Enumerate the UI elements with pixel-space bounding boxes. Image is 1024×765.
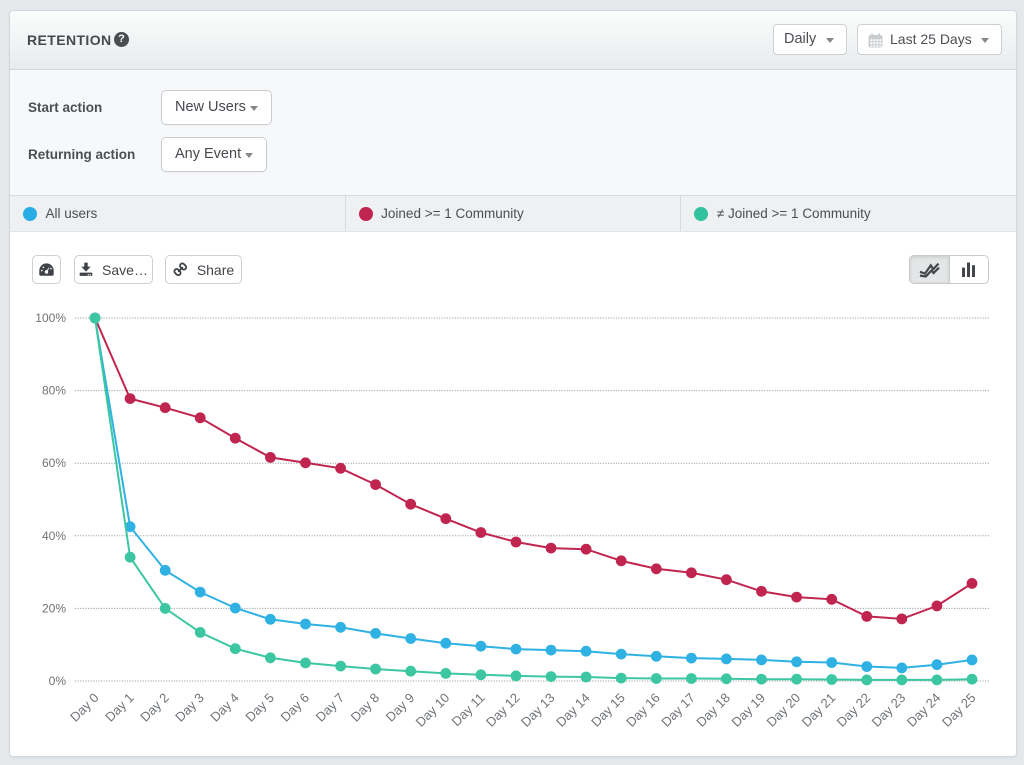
svg-text:Day 10: Day 10: [413, 690, 453, 730]
svg-text:Day 18: Day 18: [693, 690, 733, 730]
svg-text:Day 7: Day 7: [313, 690, 348, 725]
svg-text:Day 20: Day 20: [763, 690, 803, 730]
svg-text:Day 21: Day 21: [799, 690, 839, 730]
svg-text:40%: 40%: [42, 529, 66, 543]
svg-text:Day 3: Day 3: [172, 690, 207, 725]
svg-text:Day 2: Day 2: [137, 690, 172, 725]
svg-text:80%: 80%: [42, 384, 66, 398]
svg-text:Day 1: Day 1: [102, 690, 137, 725]
svg-text:Day 22: Day 22: [834, 690, 874, 730]
svg-text:60%: 60%: [42, 456, 66, 470]
svg-text:Day 16: Day 16: [623, 690, 663, 730]
svg-text:Day 13: Day 13: [518, 690, 558, 730]
svg-text:Day 12: Day 12: [483, 690, 523, 730]
svg-text:0%: 0%: [49, 674, 67, 688]
svg-text:Day 15: Day 15: [588, 690, 628, 730]
svg-text:100%: 100%: [35, 311, 66, 325]
svg-text:Day 25: Day 25: [939, 690, 979, 730]
svg-text:Day 19: Day 19: [728, 690, 768, 730]
svg-text:Day 17: Day 17: [658, 690, 698, 730]
svg-text:Day 5: Day 5: [242, 690, 277, 725]
svg-text:Day 14: Day 14: [553, 690, 593, 730]
svg-text:Day 8: Day 8: [348, 690, 383, 725]
svg-text:Day 4: Day 4: [207, 690, 242, 725]
svg-text:Day 23: Day 23: [869, 690, 909, 730]
svg-text:Day 6: Day 6: [277, 690, 312, 725]
svg-text:Day 11: Day 11: [448, 690, 487, 729]
svg-text:Day 24: Day 24: [904, 690, 944, 730]
svg-text:Day 0: Day 0: [67, 690, 102, 725]
svg-text:20%: 20%: [42, 601, 66, 615]
